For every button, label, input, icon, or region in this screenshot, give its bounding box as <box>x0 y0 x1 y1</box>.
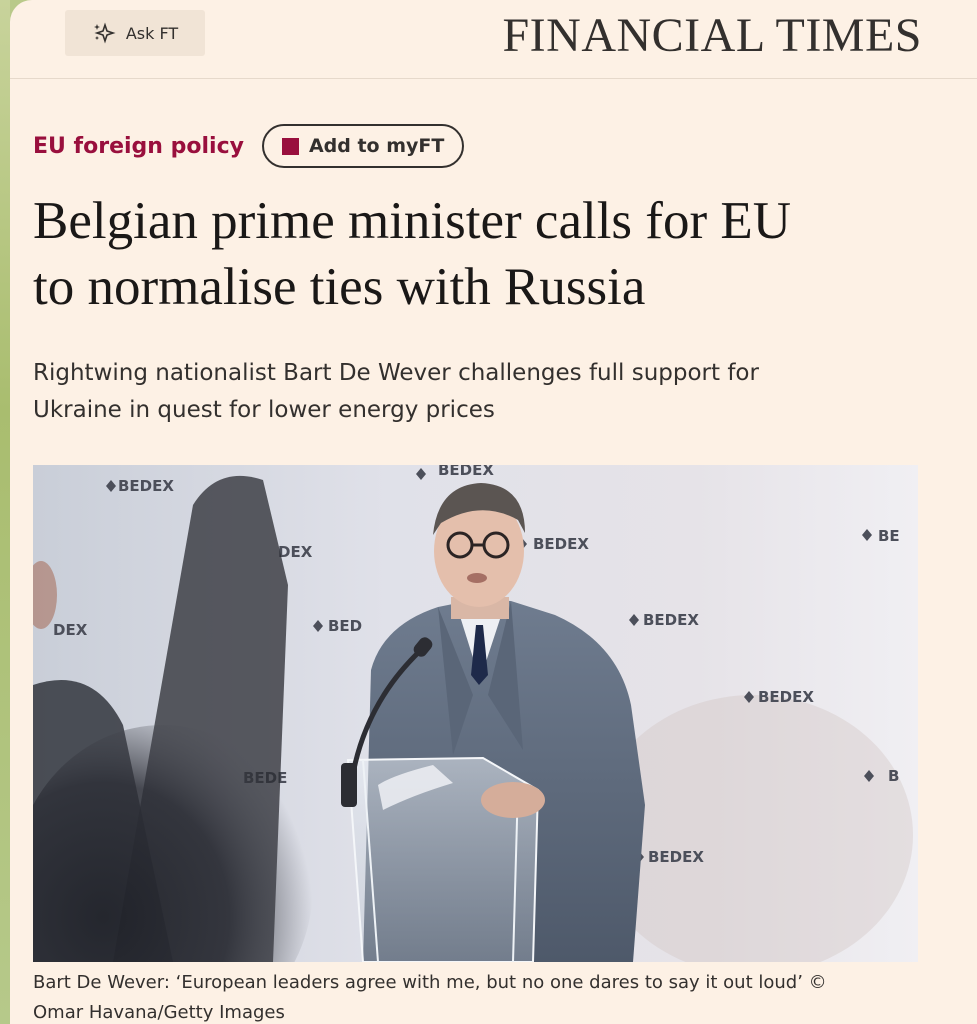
window-edge <box>0 0 10 1024</box>
backdrop-logo-text: B <box>888 767 899 785</box>
backdrop-logo-text: BED <box>328 617 362 635</box>
backdrop-logo-text: BEDEX <box>648 848 704 866</box>
topic-link[interactable]: EU foreign policy <box>33 134 244 159</box>
article-page: Ask FT FINANCIAL TIMES EU foreign policy… <box>10 0 977 1024</box>
backdrop-logo-text: BEDEX <box>438 465 494 479</box>
article-photo: BEDEX BEDEX DEX BEDEX BE DEX BED BEDEX B… <box>33 465 918 962</box>
site-header: Ask FT FINANCIAL TIMES <box>10 0 977 79</box>
article-standfirst: Rightwing nationalist Bart De Wever chal… <box>33 355 933 429</box>
caption-line: Bart De Wever: ‘European leaders agree w… <box>33 972 827 993</box>
ft-masthead-logo[interactable]: FINANCIAL TIMES <box>502 8 922 63</box>
headline-line: Belgian prime minister calls for EU <box>33 192 791 250</box>
backdrop-logo-text: DEX <box>53 621 88 639</box>
speaker-hand <box>481 782 545 818</box>
article-headline: Belgian prime minister calls for EU to n… <box>33 188 943 320</box>
standfirst-line: Ukraine in quest for lower energy prices <box>33 397 495 423</box>
myft-square-icon <box>281 137 299 155</box>
ask-ft-label: Ask FT <box>125 23 179 43</box>
add-to-myft-button[interactable]: Add to myFT <box>261 124 465 168</box>
ask-ft-button[interactable]: Ask FT <box>65 10 205 56</box>
backdrop-logo-text: BEDEX <box>533 535 589 553</box>
backdrop-logo-text: DEX <box>278 543 313 561</box>
standfirst-line: Rightwing nationalist Bart De Wever chal… <box>33 360 759 386</box>
add-to-myft-label: Add to myFT <box>308 135 445 157</box>
headline-line: to normalise ties with Russia <box>33 258 646 316</box>
backdrop-logo-text: BEDEX <box>643 611 699 629</box>
backdrop-logo-text: BEDEX <box>758 688 814 706</box>
topic-row: EU foreign policy Add to myFT <box>33 120 465 172</box>
backdrop-logo-text: BEDEX <box>118 477 174 495</box>
caption-credit: Omar Havana/Getty Images <box>33 1002 285 1023</box>
sparkle-icon <box>92 22 118 44</box>
photo-caption: Bart De Wever: ‘European leaders agree w… <box>33 968 933 1024</box>
backdrop-logo-text: BE <box>878 527 900 545</box>
